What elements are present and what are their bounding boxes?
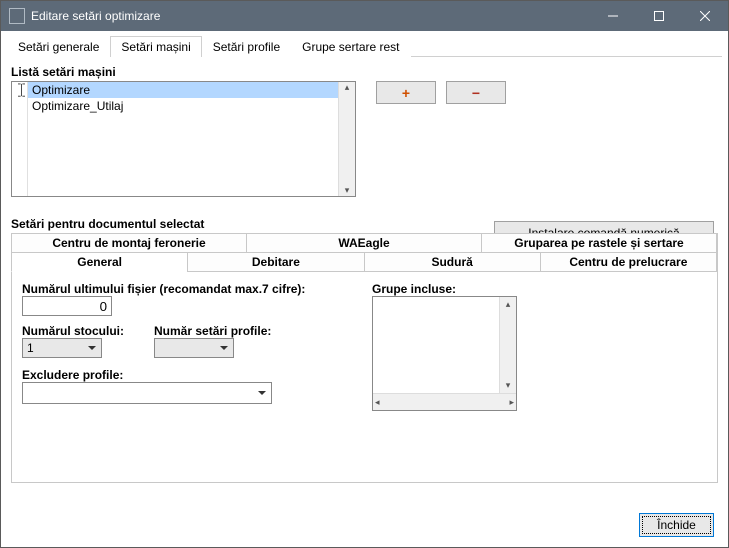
tab-general[interactable]: General — [11, 252, 188, 272]
tab-general-settings[interactable]: Setări generale — [7, 36, 110, 57]
profile-setting-label: Număr setări profile: — [154, 324, 271, 338]
tab-waeagle[interactable]: WAEagle — [246, 233, 482, 253]
chevron-down-icon: ▾ — [345, 185, 350, 196]
tab-machine-settings[interactable]: Setări mașini — [110, 36, 201, 57]
tab-machining-center[interactable]: Centru de prelucrare — [540, 252, 717, 272]
chevron-right-icon: ▸ — [509, 397, 514, 408]
chevron-up-icon: ▴ — [345, 82, 350, 93]
main-tabstrip: Setări generale Setări mașini Setări pro… — [7, 35, 722, 57]
included-groups-list[interactable]: ▴ ▾ ◂ ▸ — [372, 296, 517, 411]
stock-label: Numărul stocului: — [22, 324, 124, 338]
scrollbar-horizontal[interactable]: ◂ ▸ — [373, 393, 516, 410]
groups-label: Grupe incluse: — [372, 282, 517, 296]
scrollbar-vertical[interactable]: ▴ ▾ — [499, 297, 516, 393]
minus-icon: − — [472, 85, 480, 101]
tab-hardware-center[interactable]: Centru de montaj feronerie — [11, 233, 247, 253]
titlebar: Editare setări optimizare — [1, 1, 728, 31]
window-title: Editare setări optimizare — [31, 9, 590, 23]
chevron-left-icon: ◂ — [375, 397, 380, 408]
tree-gutter — [12, 82, 28, 196]
minimize-button[interactable] — [590, 1, 636, 31]
tab-rack-grouping[interactable]: Gruparea pe rastele și sertare — [481, 233, 717, 253]
close-icon — [700, 11, 710, 21]
tab-drawer-groups[interactable]: Grupe sertare rest — [291, 36, 410, 57]
last-file-input[interactable] — [22, 296, 112, 316]
machine-list-label: Listă setări mașini — [11, 65, 718, 79]
close-dialog-button[interactable]: Închide — [639, 513, 714, 537]
exclude-label: Excludere profile: — [22, 368, 342, 382]
maximize-button[interactable] — [636, 1, 682, 31]
remove-button[interactable]: − — [446, 81, 506, 104]
app-icon — [9, 8, 25, 24]
list-item[interactable]: Optimizare_Utilaj — [28, 98, 338, 114]
scrollbar-vertical[interactable]: ▴ ▾ — [338, 82, 355, 196]
doc-tabstrip: Centru de montaj feronerie WAEagle Grupa… — [11, 233, 718, 483]
chevron-up-icon: ▴ — [506, 299, 511, 310]
chevron-down-icon: ▾ — [506, 380, 511, 391]
profile-setting-dropdown[interactable] — [154, 338, 234, 358]
last-file-label: Numărul ultimului fișier (recomandat max… — [22, 282, 342, 296]
machine-list[interactable]: Optimizare Optimizare_Utilaj ▴ ▾ — [11, 81, 356, 197]
text-cursor-icon — [16, 83, 27, 97]
tab-profile-settings[interactable]: Setări profile — [202, 36, 291, 57]
add-button[interactable]: + — [376, 81, 436, 104]
stock-value: 1 — [27, 341, 34, 355]
tab-cutting[interactable]: Debitare — [187, 252, 364, 272]
exclude-dropdown[interactable] — [22, 382, 272, 404]
minimize-icon — [608, 11, 618, 21]
maximize-icon — [654, 11, 664, 21]
stock-dropdown[interactable]: 1 — [22, 338, 102, 358]
list-item[interactable]: Optimizare — [28, 82, 338, 98]
tab-welding[interactable]: Sudură — [364, 252, 541, 272]
plus-icon: + — [402, 85, 410, 101]
close-button[interactable] — [682, 1, 728, 31]
